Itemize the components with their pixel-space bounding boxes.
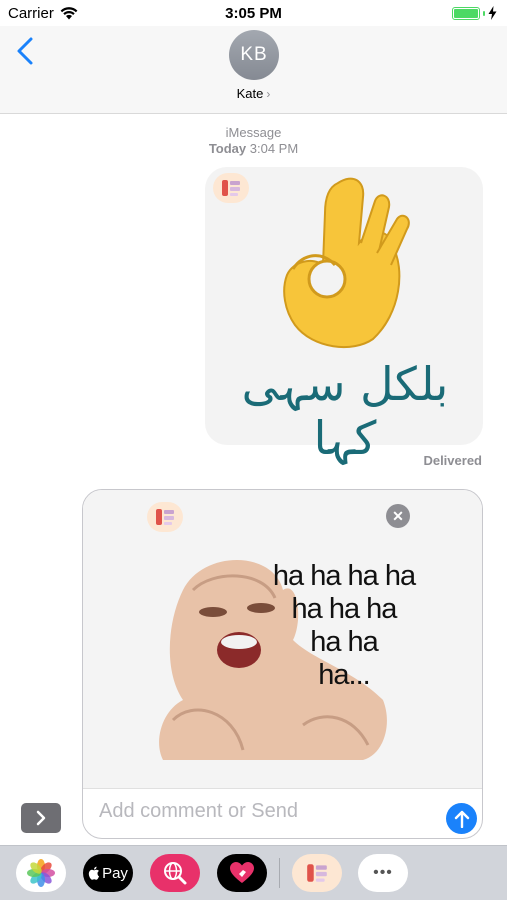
sticker-app-badge-icon[interactable] (213, 173, 249, 203)
sticker-app-badge-icon (147, 502, 183, 532)
delivery-status: Delivered (423, 453, 482, 468)
compose-box: ✕ ha ha ha ha ha ha ha ha ha ha... Add c… (82, 489, 483, 839)
clock: 3:05 PM (225, 5, 282, 22)
status-bar: Carrier 3:05 PM (0, 0, 507, 26)
laugh-line-2: ha ha ha (291, 593, 398, 625)
service-label: iMessage (225, 125, 282, 140)
photos-app-button[interactable] (16, 854, 66, 892)
laugh-line-3: ha ha (310, 626, 379, 658)
sticker-app-button[interactable] (292, 854, 342, 892)
apple-pay-label: Pay (102, 864, 128, 882)
remove-sticker-close-icon[interactable]: ✕ (386, 504, 410, 528)
contact-name: Kate (236, 86, 264, 101)
sent-sticker-message[interactable]: بلکل سہی کہا (205, 167, 483, 465)
expand-apps-button[interactable] (21, 803, 61, 833)
digital-touch-app-button[interactable] (217, 854, 267, 892)
charging-bolt-icon (488, 6, 497, 20)
more-apps-button[interactable]: ••• (358, 854, 408, 892)
chevron-right-icon: › (266, 87, 271, 101)
sticker-urdu-caption: بلکل سہی کہا (241, 357, 449, 465)
apple-pay-button[interactable]: Pay (83, 854, 133, 892)
timestamp-time: 3:04 PM (249, 141, 299, 156)
more-icon: ••• (373, 864, 393, 881)
ok-hand-emoji-icon (283, 177, 410, 349)
battery-indicator (452, 6, 497, 20)
web-search-app-button[interactable] (150, 854, 200, 892)
app-drawer: Pay ••• (0, 845, 507, 900)
timestamp: Today 3:04 PM (0, 141, 507, 156)
chevron-right-icon (36, 810, 46, 826)
back-chevron-icon[interactable] (14, 36, 38, 66)
conversation-header: KB Kate › (0, 26, 507, 114)
compose-divider (83, 788, 482, 789)
battery-icon (452, 6, 480, 20)
arrow-up-icon (454, 810, 469, 828)
send-button[interactable] (446, 803, 477, 834)
sticker-laugh-caption: ha ha ha ha ha ha ha ha ha ha... (269, 560, 419, 692)
comment-input[interactable]: Add comment or Send (99, 800, 298, 823)
apple-logo-icon (88, 866, 100, 880)
photos-icon (27, 859, 55, 887)
laugh-line-1: ha ha ha ha (272, 560, 416, 592)
contact-avatar[interactable]: KB (229, 30, 279, 80)
sticker-app-icon (307, 864, 327, 882)
timestamp-day: Today (208, 141, 247, 156)
globe-search-icon (164, 862, 187, 885)
heart-touch-icon (230, 862, 254, 883)
drawer-divider (279, 858, 280, 888)
messages-screen: Carrier 3:05 PM KB Kate› iMessage Today (0, 0, 507, 900)
contact-name-button[interactable]: Kate › (0, 86, 507, 101)
staged-sticker: ✕ ha ha ha ha ha ha ha ha ha ha... (83, 490, 482, 788)
laugh-line-4: ha... (318, 659, 370, 691)
